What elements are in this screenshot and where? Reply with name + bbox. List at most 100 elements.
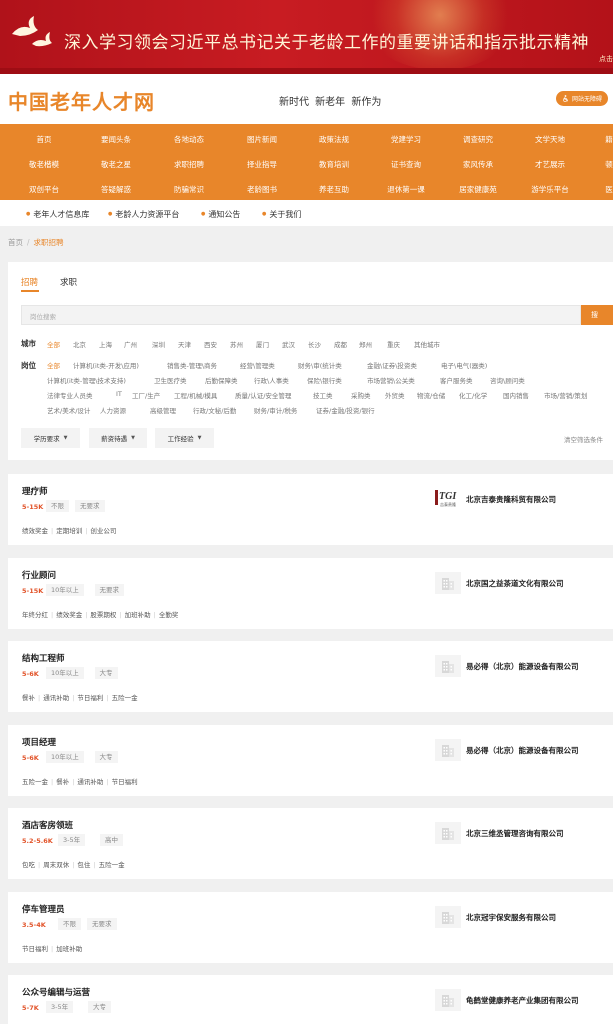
company-name[interactable]: 易必得（北京）能源设备有限公司 bbox=[466, 745, 579, 756]
tab-recruit[interactable]: 招聘 bbox=[21, 276, 38, 288]
position-option[interactable]: 工程/机械/模具 bbox=[174, 390, 217, 400]
job-card[interactable]: 酒店客房领班 5.2-5.6K 3-5年 高中 包吃 | 周末双休 | 包住 | 五险一金 北京三维丞… bbox=[8, 808, 613, 879]
position-option[interactable]: 技工类 bbox=[313, 390, 333, 400]
nav-item[interactable]: 家风传承 bbox=[463, 159, 493, 170]
building-icon[interactable] bbox=[435, 822, 461, 844]
position-option[interactable]: 市场营销\公关类 bbox=[367, 375, 415, 385]
nav-item[interactable]: 养老互助 bbox=[319, 184, 349, 195]
job-card[interactable]: 行业顾问 5-15K 10年以上 无要求 年终分红 | 绩效奖金 | 股票期权 | 加班补助 | 全勤奖… bbox=[8, 558, 613, 629]
nav-item[interactable]: 图片新闻 bbox=[247, 134, 277, 145]
position-option[interactable]: 外贸类 bbox=[385, 390, 405, 400]
position-option[interactable]: 法律专业人员类 bbox=[47, 390, 93, 400]
job-card[interactable]: 停车管理员 3.5-4K 不限 无要求 节日福利 | 加班补助 北京冠宇保安服务有限公司 bbox=[8, 892, 613, 963]
nav-item[interactable]: 党建学习 bbox=[391, 134, 421, 145]
nav-item[interactable]: 证书查询 bbox=[391, 159, 421, 170]
job-card[interactable]: 结构工程师 5-6K 10年以上 大专 餐补 | 通讯补助 | 节日福利 | 五险一金 易必得（北京）… bbox=[8, 641, 613, 712]
position-option[interactable]: 国内销售 bbox=[503, 390, 529, 400]
position-option[interactable]: 客户服务类 bbox=[440, 375, 473, 385]
job-title[interactable]: 酒店客房领班 bbox=[22, 819, 73, 831]
clear-filters-link[interactable]: 清空筛选条件 bbox=[564, 434, 603, 444]
position-option[interactable]: 市场/营销/策划 bbox=[544, 390, 587, 400]
nav-item[interactable]: 政策法规 bbox=[319, 134, 349, 145]
quick-link-talent-db[interactable]: 老年人才信息库 bbox=[26, 209, 89, 220]
position-option[interactable]: 艺术/美术/设计 bbox=[47, 405, 90, 415]
position-option[interactable]: 计算机(it类-管理\技术支持) bbox=[47, 375, 126, 385]
city-option[interactable]: 西安 bbox=[204, 339, 217, 349]
city-option[interactable]: 重庆 bbox=[387, 339, 400, 349]
quick-link-about[interactable]: 关于我们 bbox=[262, 209, 301, 220]
nav-item[interactable]: 调查研究 bbox=[463, 134, 493, 145]
position-option[interactable]: 化工/化学 bbox=[459, 390, 487, 400]
nav-item[interactable]: 游学乐平台 bbox=[531, 184, 569, 195]
job-title[interactable]: 结构工程师 bbox=[22, 652, 65, 664]
job-title[interactable]: 项目经理 bbox=[22, 736, 56, 748]
search-button[interactable]: 搜 bbox=[581, 305, 613, 325]
experience-dropdown[interactable]: 工作经验 ▼ bbox=[155, 428, 214, 448]
nav-item[interactable]: 敬老之星 bbox=[101, 159, 131, 170]
company-name[interactable]: 北京吉泰贵隆科贸有限公司 bbox=[466, 494, 556, 505]
building-icon[interactable] bbox=[435, 572, 461, 594]
job-title[interactable]: 公众号编辑与运营 bbox=[22, 986, 90, 998]
nav-item[interactable]: 居家健康苑 bbox=[459, 184, 497, 195]
position-option[interactable]: 行政\人事类 bbox=[254, 375, 289, 385]
position-option[interactable]: 证券/金融/投资/银行 bbox=[316, 405, 375, 415]
building-icon[interactable] bbox=[435, 739, 461, 761]
tab-seek[interactable]: 求职 bbox=[60, 276, 77, 288]
nav-item[interactable]: 答疑解惑 bbox=[101, 184, 131, 195]
quick-link-notice[interactable]: 通知公告 bbox=[201, 209, 240, 220]
position-option[interactable]: 财务\审(统计类 bbox=[298, 360, 342, 370]
position-option[interactable]: 卫生医疗类 bbox=[154, 375, 187, 385]
company-name[interactable]: 龟鹤堂健康养老产业集团有限公司 bbox=[466, 995, 579, 1006]
top-banner[interactable]: 深入学习领会习近平总书记关于老龄工作的重要讲话和指示批示精神 点击 bbox=[0, 0, 613, 74]
nav-item[interactable]: 求职招聘 bbox=[174, 159, 204, 170]
city-option[interactable]: 北京 bbox=[73, 339, 86, 349]
position-option[interactable]: IT bbox=[116, 390, 122, 398]
nav-item[interactable]: 敬老楷模 bbox=[29, 159, 59, 170]
position-option[interactable]: 保险\银行类 bbox=[307, 375, 342, 385]
city-option[interactable]: 武汉 bbox=[282, 339, 295, 349]
city-option[interactable]: 深圳 bbox=[152, 339, 165, 349]
company-name[interactable]: 北京三维丞管理咨询有限公司 bbox=[466, 828, 564, 839]
nav-item[interactable]: 籍 bbox=[605, 134, 613, 145]
company-name[interactable]: 易必得（北京）能源设备有限公司 bbox=[466, 661, 579, 672]
position-option[interactable]: 金融\证券\投资类 bbox=[367, 360, 417, 370]
position-option[interactable]: 销售类-管理\商务 bbox=[167, 360, 217, 370]
nav-item[interactable]: 防骗常识 bbox=[174, 184, 204, 195]
company-name[interactable]: 北京国之益茶道文化有限公司 bbox=[466, 578, 564, 589]
position-option[interactable]: 咨询\顾问类 bbox=[490, 375, 525, 385]
city-option[interactable]: 成都 bbox=[334, 339, 347, 349]
city-option[interactable]: 上海 bbox=[99, 339, 112, 349]
nav-item[interactable]: 择业指导 bbox=[247, 159, 277, 170]
position-option[interactable]: 工厂/生产 bbox=[132, 390, 160, 400]
city-option-all[interactable]: 全部 bbox=[47, 339, 60, 349]
salary-dropdown[interactable]: 薪资待遇 ▼ bbox=[89, 428, 147, 448]
nav-item[interactable]: 顿 bbox=[605, 159, 613, 170]
city-option[interactable]: 广州 bbox=[124, 339, 137, 349]
job-title[interactable]: 行业顾问 bbox=[22, 569, 56, 581]
building-icon[interactable] bbox=[435, 989, 461, 1011]
job-card[interactable]: 项目经理 5-6K 10年以上 大专 五险一金 | 餐补 | 通讯补助 | 节日福利 易必得（北京）能… bbox=[8, 725, 613, 796]
nav-item[interactable]: 各地动态 bbox=[174, 134, 204, 145]
nav-item[interactable]: 首页 bbox=[37, 134, 52, 145]
job-search-input[interactable]: 岗位搜索 bbox=[21, 305, 581, 325]
education-dropdown[interactable]: 学历要求 ▼ bbox=[21, 428, 80, 448]
position-option[interactable]: 采购类 bbox=[351, 390, 371, 400]
job-card[interactable]: 公众号编辑与运营 5-7K 3-5年 大专 龟鹤堂健康养老产业集团有限公司 bbox=[8, 975, 613, 1024]
company-name[interactable]: 北京冠宇保安服务有限公司 bbox=[466, 912, 556, 923]
position-option[interactable]: 物流/仓储 bbox=[417, 390, 445, 400]
job-title[interactable]: 理疗师 bbox=[22, 485, 48, 497]
position-option[interactable]: 经营\管理类 bbox=[240, 360, 275, 370]
position-option[interactable]: 质量/认证/安全管理 bbox=[235, 390, 291, 400]
city-option[interactable]: 郑州 bbox=[359, 339, 372, 349]
nav-item[interactable]: 医 bbox=[605, 184, 613, 195]
position-option[interactable]: 人力资源 bbox=[100, 405, 126, 415]
city-option[interactable]: 其他城市 bbox=[414, 339, 440, 349]
position-option[interactable]: 电子\电气(器类) bbox=[441, 360, 487, 370]
banner-corner-text[interactable]: 点击 bbox=[599, 54, 613, 64]
building-icon[interactable] bbox=[435, 655, 461, 677]
nav-item[interactable]: 退休第一课 bbox=[387, 184, 425, 195]
position-option[interactable]: 行政/文秘/后勤 bbox=[193, 405, 236, 415]
company-logo[interactable]: TGI 吉泰贵隆 bbox=[435, 488, 465, 508]
site-logo[interactable]: 中国老年人才网 bbox=[8, 86, 155, 115]
nav-item[interactable]: 文学天地 bbox=[535, 134, 565, 145]
